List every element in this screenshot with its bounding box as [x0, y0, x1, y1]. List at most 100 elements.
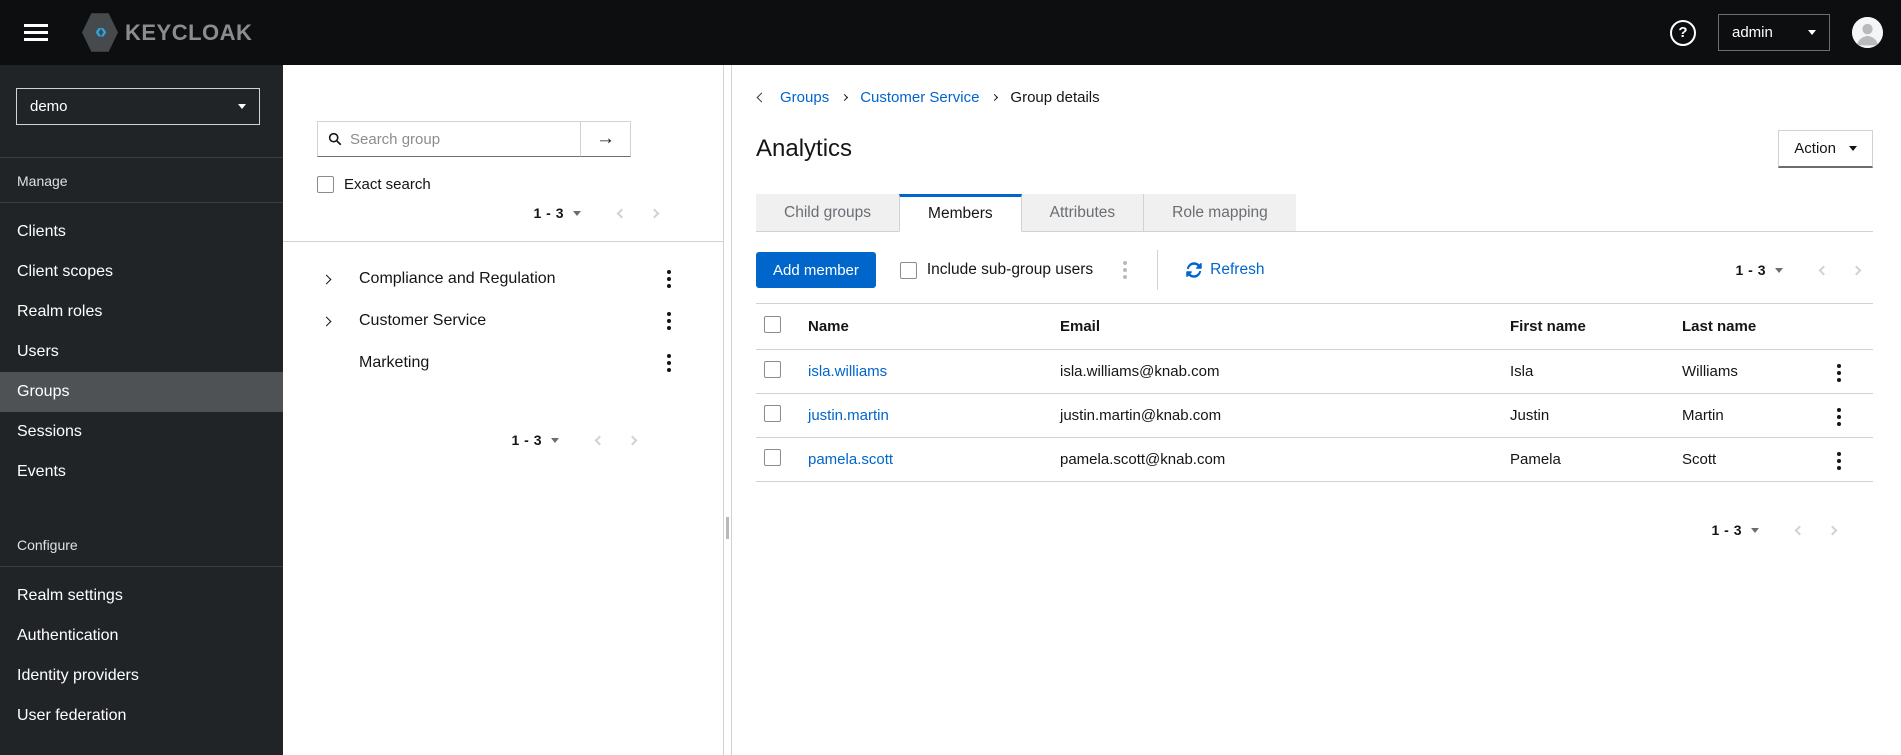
chevron-right-icon	[1827, 525, 1838, 535]
search-submit-button[interactable]: →	[581, 121, 631, 157]
chevron-right-icon	[321, 316, 332, 326]
tab-role-mapping[interactable]: Role mapping	[1143, 194, 1296, 232]
help-glyph: ?	[1678, 24, 1688, 41]
pagination-range: 1 - 3	[1711, 522, 1742, 538]
pagination-prev-button[interactable]	[605, 208, 638, 218]
keycloak-brand-link[interactable]: ‹› KEYCLOAK	[82, 13, 252, 53]
groups-pagination-top: 1 - 3	[283, 201, 723, 225]
realm-selector[interactable]: demo	[16, 88, 260, 125]
include-subgroups-checkbox[interactable]	[899, 261, 917, 279]
sidebar-item-authentication[interactable]: Authentication	[0, 616, 283, 656]
action-dropdown-button[interactable]: Action	[1778, 130, 1873, 168]
table-header-row: Name Email First name Last name	[756, 303, 1873, 350]
pagination-prev-button[interactable]	[1807, 265, 1840, 275]
expand-toggle[interactable]	[321, 274, 359, 284]
sidebar-item-sessions[interactable]: Sessions	[0, 412, 283, 452]
chevron-right-icon	[321, 274, 332, 284]
group-details-content: Groups Customer Service Group details An…	[732, 65, 1901, 755]
kebab-menu-button[interactable]	[659, 348, 679, 378]
pagination-next-button[interactable]	[1816, 525, 1849, 535]
sidebar-item-clients[interactable]: Clients	[0, 212, 283, 252]
row-checkbox[interactable]	[764, 405, 781, 422]
pagination-next-button[interactable]	[1840, 265, 1873, 275]
pagination-next-button[interactable]	[638, 208, 671, 218]
row-kebab-menu-button[interactable]	[1829, 358, 1849, 388]
sidebar-item-events[interactable]: Events	[0, 452, 283, 492]
exact-search-label: Exact search	[344, 175, 431, 193]
toolbar-kebab-menu-button[interactable]	[1115, 255, 1135, 285]
search-group-input[interactable]	[350, 130, 570, 148]
tab-members[interactable]: Members	[899, 194, 1022, 232]
chevron-left-icon	[756, 92, 767, 102]
user-menu-dropdown[interactable]: admin	[1718, 14, 1830, 51]
user-menu-label: admin	[1732, 24, 1773, 41]
pagination-range: 1 - 3	[511, 432, 542, 448]
group-details-tabs: Child groups Members Attributes Role map…	[756, 194, 1873, 232]
panel-divider	[283, 241, 723, 242]
column-header-first-name: First name	[1510, 318, 1586, 335]
group-search: →	[317, 121, 631, 157]
members-table: Name Email First name Last name isla.wil…	[756, 303, 1873, 482]
pagination-prev-button[interactable]	[1783, 525, 1816, 535]
group-tree-item-label[interactable]: Customer Service	[359, 312, 486, 330]
sidebar-item-identity-providers[interactable]: Identity providers	[0, 656, 283, 696]
chevron-right-icon	[991, 93, 999, 101]
sidebar-configure-list: Realm settings Authentication Identity p…	[0, 567, 283, 736]
group-tree-item-label[interactable]: Marketing	[359, 354, 429, 372]
avatar[interactable]	[1852, 17, 1883, 48]
column-header-email: Email	[1060, 318, 1101, 335]
member-name-link[interactable]: pamela.scott	[808, 451, 893, 468]
pagination-options-caret-icon[interactable]	[551, 437, 559, 443]
help-icon[interactable]: ?	[1670, 19, 1696, 46]
groups-pagination-bottom: 1 - 3	[283, 428, 723, 452]
row-kebab-menu-button[interactable]	[1829, 446, 1849, 476]
column-header-last-name: Last name	[1682, 318, 1757, 335]
tab-attributes[interactable]: Attributes	[1021, 194, 1144, 232]
members-pagination-top: 1 - 3	[1735, 258, 1873, 282]
exact-search-checkbox[interactable]	[317, 175, 334, 193]
breadcrumb-back-button[interactable]	[756, 92, 767, 102]
breadcrumb-link-groups[interactable]: Groups	[780, 89, 829, 106]
select-all-checkbox[interactable]	[764, 316, 781, 333]
breadcrumb-link-customer-service[interactable]: Customer Service	[860, 89, 979, 106]
members-pagination-bottom: 1 - 3	[756, 518, 1873, 542]
add-member-button[interactable]: Add member	[756, 252, 876, 288]
pagination-options-caret-icon[interactable]	[1775, 267, 1783, 273]
table-row: justin.martin justin.martin@knab.com Jus…	[756, 394, 1873, 438]
member-last-name: Martin	[1682, 407, 1724, 424]
hamburger-menu-button[interactable]	[18, 18, 54, 47]
pagination-prev-button[interactable]	[583, 435, 616, 445]
page-title: Analytics	[756, 135, 853, 162]
member-name-link[interactable]: isla.williams	[808, 363, 887, 380]
group-tree-item-label[interactable]: Compliance and Regulation	[359, 270, 556, 288]
search-icon	[328, 132, 342, 146]
masthead-actions: ? admin	[1670, 14, 1901, 51]
tab-child-groups[interactable]: Child groups	[756, 194, 900, 232]
group-tree-item: Compliance and Regulation	[283, 258, 723, 300]
kebab-menu-button[interactable]	[659, 264, 679, 294]
refresh-label: Refresh	[1210, 261, 1265, 278]
sidebar-item-user-federation[interactable]: User federation	[0, 696, 283, 736]
pagination-next-button[interactable]	[616, 435, 649, 445]
sidebar-item-users[interactable]: Users	[0, 332, 283, 372]
member-name-link[interactable]: justin.martin	[808, 407, 889, 424]
pagination-options-caret-icon[interactable]	[573, 210, 581, 216]
sidebar-item-realm-settings[interactable]: Realm settings	[0, 576, 283, 616]
chevron-right-icon	[841, 93, 849, 101]
expand-toggle[interactable]	[321, 316, 359, 326]
row-checkbox[interactable]	[764, 449, 781, 466]
row-checkbox[interactable]	[764, 361, 781, 378]
kebab-menu-button[interactable]	[659, 306, 679, 336]
sidebar-item-groups[interactable]: Groups	[0, 372, 283, 412]
refresh-button[interactable]: Refresh	[1186, 261, 1264, 279]
resize-grip-icon	[726, 517, 729, 539]
sidebar-item-client-scopes[interactable]: Client scopes	[0, 252, 283, 292]
refresh-icon	[1186, 262, 1202, 278]
hamburger-bar	[24, 38, 48, 41]
sidebar-item-realm-roles[interactable]: Realm roles	[0, 292, 283, 332]
title-row: Analytics Action	[756, 129, 1873, 169]
group-search-input-wrapper	[317, 121, 581, 157]
panel-resize-handle[interactable]	[723, 65, 732, 755]
pagination-options-caret-icon[interactable]	[1751, 527, 1759, 533]
row-kebab-menu-button[interactable]	[1829, 402, 1849, 432]
